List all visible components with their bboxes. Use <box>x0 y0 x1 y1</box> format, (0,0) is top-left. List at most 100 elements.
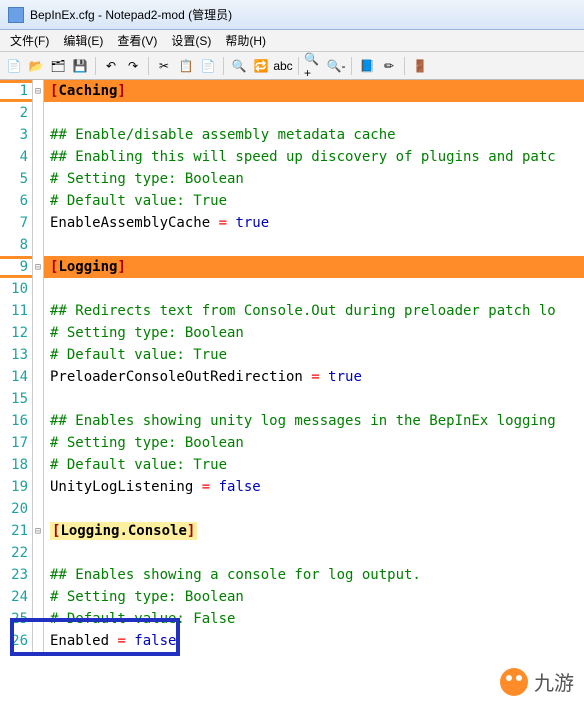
code-content[interactable]: # Setting type: Boolean <box>44 325 584 341</box>
fold-gutter <box>32 344 44 366</box>
fold-gutter <box>32 542 44 564</box>
code-line[interactable]: 9⊟[Logging] <box>0 256 584 278</box>
line-number: 15 <box>0 391 32 407</box>
fold-gutter <box>32 564 44 586</box>
code-content[interactable]: # Default value: True <box>44 457 584 473</box>
app-icon <box>8 7 24 23</box>
fold-gutter <box>32 410 44 432</box>
code-line[interactable]: 18# Default value: True <box>0 454 584 476</box>
word-icon[interactable]: abc <box>273 56 293 76</box>
fold-gutter <box>32 366 44 388</box>
code-line[interactable]: 14PreloaderConsoleOutRedirection = true <box>0 366 584 388</box>
code-line[interactable]: 15 <box>0 388 584 410</box>
menu-help[interactable]: 帮助(H) <box>219 30 272 51</box>
code-content[interactable]: ## Enables showing unity log messages in… <box>44 413 584 429</box>
code-content[interactable]: EnableAssemblyCache = true <box>44 215 584 231</box>
code-line[interactable]: 16 ## Enables showing unity log messages … <box>0 410 584 432</box>
fold-gutter <box>32 190 44 212</box>
code-line[interactable]: 19 UnityLogListening = false <box>0 476 584 498</box>
open-icon[interactable]: 📂 <box>26 56 46 76</box>
code-content[interactable]: ## Enable/disable assembly metadata cach… <box>44 127 584 143</box>
line-number: 11 <box>0 303 32 319</box>
fold-gutter <box>32 102 44 124</box>
browse-icon[interactable]: 🗂 <box>48 56 68 76</box>
code-content[interactable]: ## Enabling this will speed up discovery… <box>44 149 584 165</box>
code-line[interactable]: 4 ## Enabling this will speed up discover… <box>0 146 584 168</box>
line-number: 2 <box>0 105 32 121</box>
code-line[interactable]: 10 <box>0 278 584 300</box>
fold-gutter <box>32 322 44 344</box>
code-line[interactable]: 21⊟[Logging.Console] <box>0 520 584 542</box>
scheme-icon[interactable]: 📘 <box>357 56 377 76</box>
menu-settings[interactable]: 设置(S) <box>165 30 217 51</box>
menu-file[interactable]: 文件(F) <box>4 30 55 51</box>
code-content[interactable]: # Default value: True <box>44 193 584 209</box>
code-line[interactable]: 1⊟[Caching] <box>0 80 584 102</box>
code-line[interactable]: 20 <box>0 498 584 520</box>
undo-icon[interactable]: ↶ <box>101 56 121 76</box>
menu-view[interactable]: 查看(V) <box>111 30 163 51</box>
code-line[interactable]: 17# Setting type: Boolean <box>0 432 584 454</box>
new-icon[interactable]: 📄 <box>4 56 24 76</box>
paste-icon[interactable]: 📄 <box>198 56 218 76</box>
toolbar-separator <box>95 57 96 75</box>
fold-gutter <box>32 388 44 410</box>
exit-icon[interactable]: 🚪 <box>410 56 430 76</box>
code-editor[interactable]: 1⊟[Caching] 2 3## Enable/disable assembly … <box>0 80 584 652</box>
code-line[interactable]: 22 <box>0 542 584 564</box>
code-content[interactable]: [Logging.Console] <box>44 523 584 539</box>
code-content[interactable]: # Setting type: Boolean <box>44 589 584 605</box>
line-number: 12 <box>0 325 32 341</box>
titlebar: BepInEx.cfg - Notepad2-mod (管理员) <box>0 0 584 30</box>
line-number: 9 <box>0 259 32 275</box>
code-line[interactable]: 11 ## Redirects text from Console.Out dur… <box>0 300 584 322</box>
code-line[interactable]: 24# Setting type: Boolean <box>0 586 584 608</box>
fold-gutter[interactable]: ⊟ <box>32 520 44 542</box>
code-content[interactable]: [Caching] <box>44 83 584 99</box>
line-number: 16 <box>0 413 32 429</box>
line-number: 19 <box>0 479 32 495</box>
code-content[interactable]: # Setting type: Boolean <box>44 435 584 451</box>
watermark-logo-icon <box>500 668 528 696</box>
save-icon[interactable]: 💾 <box>70 56 90 76</box>
toolbar-separator <box>351 57 352 75</box>
code-line[interactable]: 2 <box>0 102 584 124</box>
toolbar-separator <box>148 57 149 75</box>
line-number: 6 <box>0 193 32 209</box>
code-line[interactable]: 23## Enables showing a console for log o… <box>0 564 584 586</box>
code-line[interactable]: 5# Setting type: Boolean <box>0 168 584 190</box>
line-number: 4 <box>0 149 32 165</box>
code-line[interactable]: 12 # Setting type: Boolean <box>0 322 584 344</box>
fold-gutter[interactable]: ⊟ <box>32 80 44 102</box>
code-content[interactable]: PreloaderConsoleOutRedirection = true <box>44 369 584 385</box>
code-content[interactable]: UnityLogListening = false <box>44 479 584 495</box>
fold-gutter[interactable]: ⊟ <box>32 256 44 278</box>
fold-gutter <box>32 476 44 498</box>
menu-edit[interactable]: 编辑(E) <box>57 30 109 51</box>
line-number: 7 <box>0 215 32 231</box>
code-content[interactable]: [Logging] <box>44 259 584 275</box>
line-number: 20 <box>0 501 32 517</box>
code-content[interactable]: ## Enables showing a console for log out… <box>44 567 584 583</box>
code-line[interactable]: 8 <box>0 234 584 256</box>
replace-icon[interactable]: 🔁 <box>251 56 271 76</box>
redo-icon[interactable]: ↷ <box>123 56 143 76</box>
code-line[interactable]: 13 # Default value: True <box>0 344 584 366</box>
line-number: 13 <box>0 347 32 363</box>
code-content[interactable]: ## Redirects text from Console.Out durin… <box>44 303 584 319</box>
code-line[interactable]: 7 EnableAssemblyCache = true <box>0 212 584 234</box>
annotation-box <box>10 618 180 656</box>
toolbar-separator <box>404 57 405 75</box>
cut-icon[interactable]: ✂ <box>154 56 174 76</box>
code-line[interactable]: 3## Enable/disable assembly metadata cac… <box>0 124 584 146</box>
window-title: BepInEx.cfg - Notepad2-mod (管理员) <box>30 6 232 23</box>
zoom-out-icon[interactable]: 🔍- <box>326 56 346 76</box>
code-content[interactable]: # Default value: True <box>44 347 584 363</box>
zoom-in-icon[interactable]: 🔍+ <box>304 56 324 76</box>
customize-icon[interactable]: ✏ <box>379 56 399 76</box>
find-icon[interactable]: 🔍 <box>229 56 249 76</box>
code-content[interactable]: # Setting type: Boolean <box>44 171 584 187</box>
fold-gutter <box>32 454 44 476</box>
code-line[interactable]: 6 # Default value: True <box>0 190 584 212</box>
copy-icon[interactable]: 📋 <box>176 56 196 76</box>
